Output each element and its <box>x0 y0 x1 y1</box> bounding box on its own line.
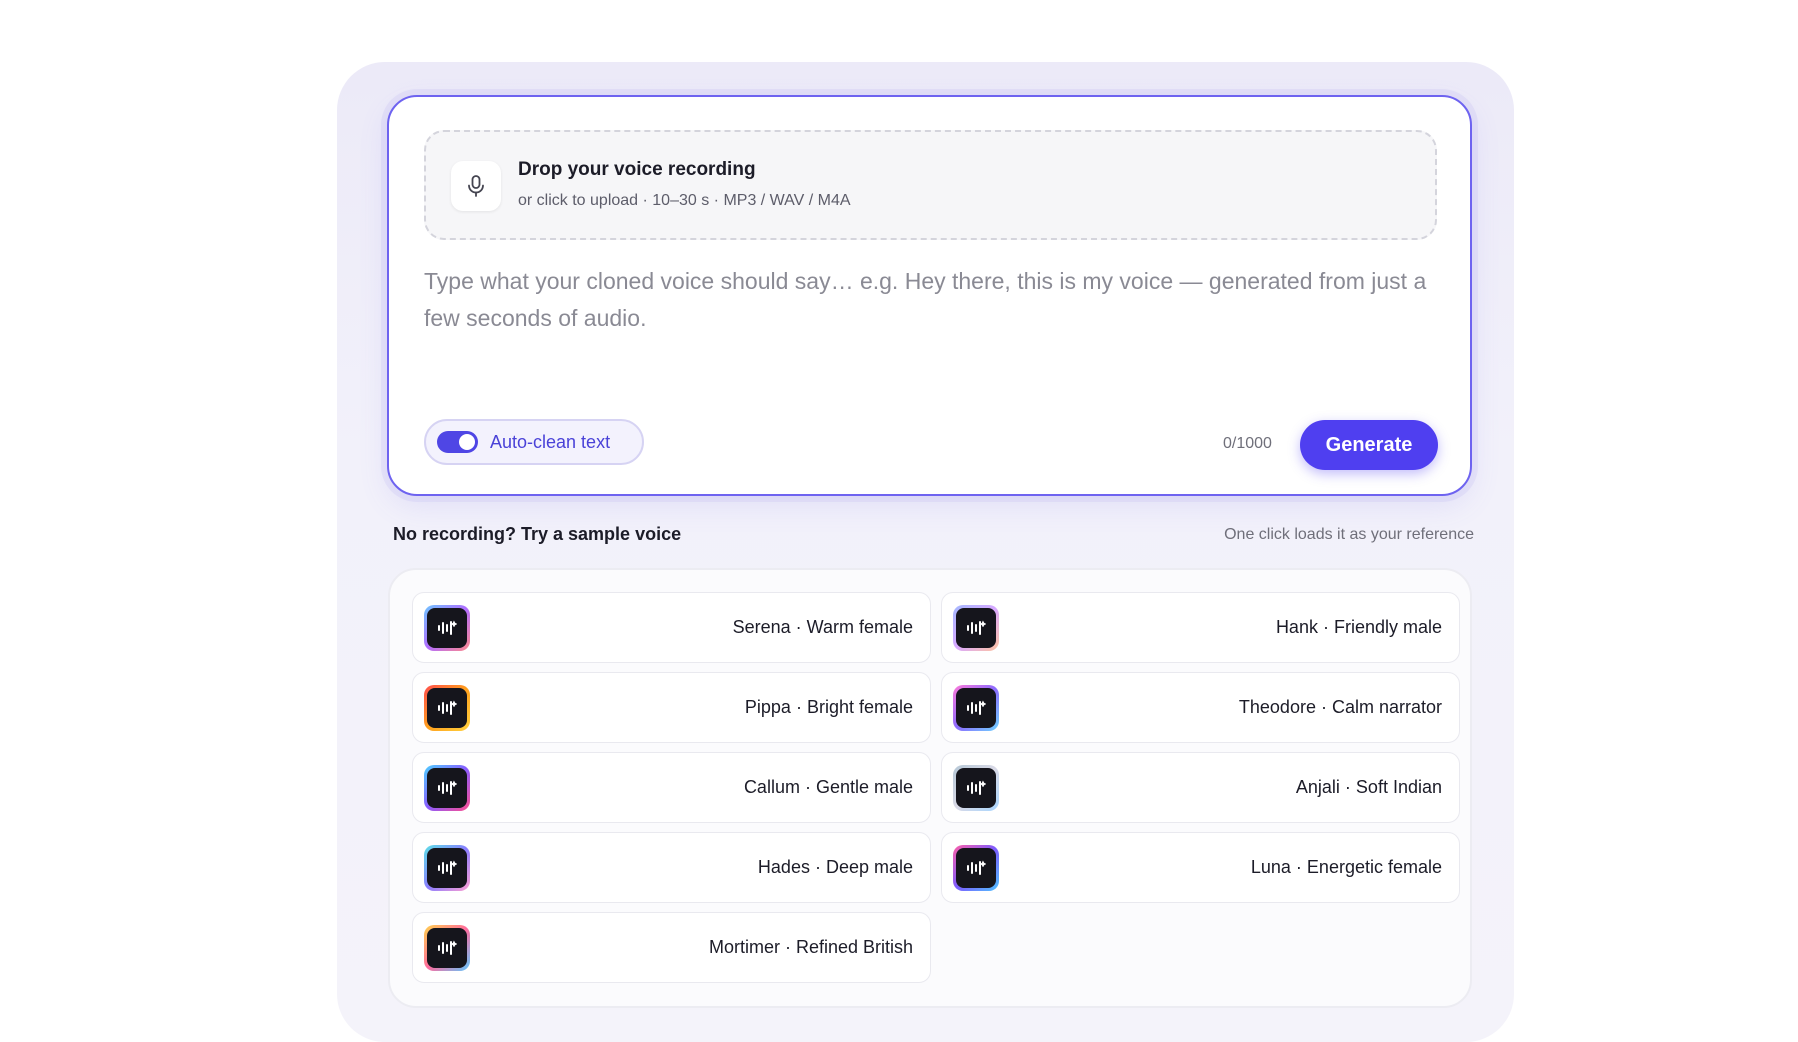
waveform-icon <box>424 925 470 971</box>
waveform-icon <box>953 765 999 811</box>
voice-label: Hank · Friendly male <box>1275 617 1442 637</box>
waveform-icon <box>953 685 999 731</box>
script-textarea[interactable] <box>424 263 1437 373</box>
voice-label: Theodore · Calm narrator <box>1238 697 1442 717</box>
voice-card-pippa[interactable]: Pippa · Bright female <box>412 672 931 743</box>
samples-title: No recording? Try a sample voice <box>393 524 682 544</box>
voice-dropzone[interactable]: Drop your voice recording or click to up… <box>424 130 1437 240</box>
toggle-knob <box>459 434 475 450</box>
voice-label: Luna · Energetic female <box>1250 857 1442 877</box>
waveform-icon <box>953 845 999 891</box>
voice-card-hank[interactable]: Hank · Friendly male <box>941 592 1460 663</box>
waveform-icon <box>424 685 470 731</box>
voice-card-theodore[interactable]: Theodore · Calm narrator <box>941 672 1460 743</box>
toggle-switch[interactable] <box>437 431 478 453</box>
voice-card-hades[interactable]: Hades · Deep male <box>412 832 931 903</box>
waveform-icon <box>424 765 470 811</box>
character-count: 0/1000 <box>1223 435 1272 452</box>
voice-card-luna[interactable]: Luna · Energetic female <box>941 832 1460 903</box>
samples-hint: One click loads it as your reference <box>1224 526 1474 543</box>
dropzone-title: Drop your voice recording <box>518 159 756 180</box>
microphone-icon <box>451 161 501 211</box>
sample-voices-panel: Serena · Warm female Hank · Friendly mal… <box>388 568 1472 1008</box>
voice-card-mortimer[interactable]: Mortimer · Refined British <box>412 912 931 983</box>
waveform-icon <box>424 605 470 651</box>
voice-label: Hades · Deep male <box>757 857 913 877</box>
voice-card-serena[interactable]: Serena · Warm female <box>412 592 931 663</box>
composer-card: Drop your voice recording or click to up… <box>387 95 1472 496</box>
generate-button[interactable]: Generate <box>1300 420 1438 470</box>
auto-clean-label: Auto-clean text <box>490 431 611 452</box>
voice-card-callum[interactable]: Callum · Gentle male <box>412 752 931 823</box>
voice-label: Anjali · Soft Indian <box>1295 777 1442 797</box>
dropzone-subtitle: or click to upload · 10–30 s · MP3 / WAV… <box>518 192 851 209</box>
voice-label: Serena · Warm female <box>732 617 913 637</box>
voice-label: Mortimer · Refined British <box>708 937 913 957</box>
waveform-icon <box>953 605 999 651</box>
voice-card-anjali[interactable]: Anjali · Soft Indian <box>941 752 1460 823</box>
waveform-icon <box>424 845 470 891</box>
auto-clean-toggle[interactable]: Auto-clean text <box>424 419 644 465</box>
voice-label: Callum · Gentle male <box>743 777 913 797</box>
voice-label: Pippa · Bright female <box>744 697 913 717</box>
